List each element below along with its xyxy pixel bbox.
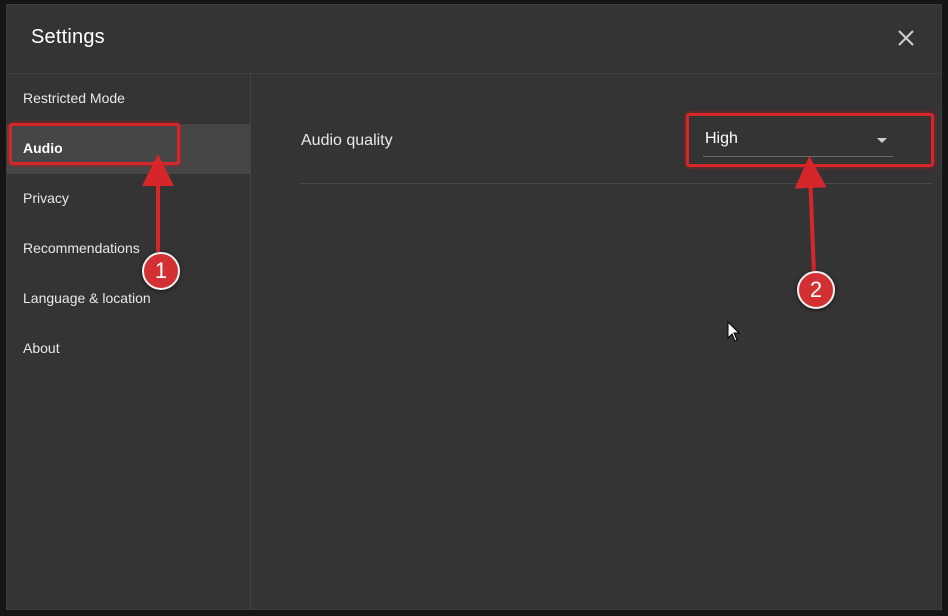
annotation-arrows <box>142 154 827 275</box>
step-badge-1: 1 <box>142 252 180 290</box>
step-badge-2: 2 <box>797 271 835 309</box>
mouse-cursor-icon <box>727 321 741 342</box>
